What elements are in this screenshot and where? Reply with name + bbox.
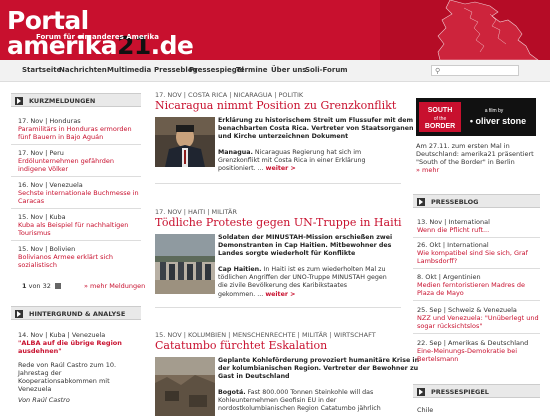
divider <box>11 240 141 241</box>
presseblog-date: 13. Nov | International <box>417 218 490 226</box>
article-meta: 17. NOV | HAITI | MILITÄR <box>155 208 237 216</box>
presseblog-link[interactable]: Lambsdorff? <box>417 257 457 265</box>
ad-intro-text: Am 27.11. zum ersten Mal in Deutschland:… <box>416 142 534 174</box>
kurzmeldung-link[interactable]: indigene Völker <box>18 165 68 173</box>
ad-of-the-text: of the <box>434 116 447 122</box>
divider <box>155 183 401 184</box>
kurzmeldung-link[interactable]: fünf Bauern in Bajo Aguán <box>18 133 103 141</box>
kurzmeldungen-title: KURZMELDUNGEN <box>29 97 96 105</box>
pager: 1 von 32 <box>22 282 61 290</box>
hintergrund-text: Rede von Raúl Castro zum 10. <box>18 361 117 369</box>
ad-film-by-text: a film by <box>485 108 504 114</box>
presseblog-link[interactable]: NZZ und Venezuela: "Unüberlegt und <box>417 314 539 322</box>
search-input[interactable]: ⚲ <box>431 65 519 76</box>
more-kurzmeldungen-link[interactable]: » mehr Meldungen <box>84 282 145 290</box>
presseblog-link[interactable]: sogar rücksichtslos" <box>417 322 482 330</box>
americas-map-graphic <box>380 0 550 60</box>
divider <box>413 268 540 269</box>
hintergrund-text: Kooperationsabkommen mit <box>18 377 110 385</box>
arrow-right-icon <box>15 97 23 105</box>
hintergrund-header: HINTERGRUND & ANALYSE <box>11 306 141 320</box>
hintergrund-author: Von Raúl Castro <box>18 396 70 404</box>
kurzmeldung-link[interactable]: Paramilitärs in Honduras ermorden <box>18 125 132 133</box>
hintergrund-text: Venezuela <box>18 385 52 393</box>
pager-next-icon[interactable] <box>55 283 61 289</box>
presseblog-link[interactable]: Wie kompatibel sind Sie sich, Graf <box>417 249 528 257</box>
presseblog-link[interactable]: Medien ferntoristieren Madres de <box>417 281 525 289</box>
presseblog-date: 22. Sep | Amerikas & Deutschland <box>417 339 529 347</box>
presseblog-link[interactable]: Wenn die Pflicht ruft... <box>417 226 489 234</box>
kurzmeldung-date: 17. Nov | Honduras <box>18 117 81 125</box>
divider <box>11 176 141 177</box>
presseblog-date: 26. Okt | International <box>417 241 489 249</box>
kurzmeldung-date: 15. Nov | Bolivien <box>18 245 76 253</box>
hintergrund-text: Jahrestag der <box>18 369 62 377</box>
presseblog-date: 25. Sep | Schweiz & Venezuela <box>417 306 517 314</box>
site-tagline: Forum für ein anderes Amerika <box>36 33 159 41</box>
presseblog-date: 8. Okt | Argentinien <box>417 273 481 281</box>
article-image[interactable] <box>155 117 215 167</box>
nav-nachrichten[interactable]: Nachrichten <box>59 66 107 74</box>
kurzmeldungen-header: KURZMELDUNGEN <box>11 93 141 107</box>
nav-ueber-uns[interactable]: Über uns <box>271 66 306 74</box>
pressespiegel-title: PRESSESPIEGEL <box>431 388 489 396</box>
hintergrund-headline[interactable]: ausdehnen" <box>18 347 62 355</box>
kurzmeldung-link[interactable]: Caracas <box>18 197 44 205</box>
pressespiegel-header: PRESSESPIEGEL <box>413 384 540 398</box>
ad-border-text: BORDER <box>425 123 455 130</box>
pager-current: 1 <box>22 282 27 290</box>
kurzmeldung-date: 17. Nov | Peru <box>18 149 64 157</box>
kurzmeldung-link[interactable]: sozialistisch <box>18 261 57 269</box>
kurzmeldung-link[interactable]: Sechste internationale Buchmesse in <box>18 189 139 197</box>
nav-termine[interactable]: Termine <box>236 66 267 74</box>
ad-more-link[interactable]: » mehr <box>416 166 534 174</box>
divider <box>413 237 540 238</box>
kurzmeldung-date: 15. Nov | Kuba <box>18 213 66 221</box>
site-header: Portal amerika21.de Forum für ein andere… <box>0 0 550 60</box>
hintergrund-date: 14. Nov | Kuba | Venezuela <box>18 331 106 339</box>
pressespiegel-item[interactable]: Chile <box>417 406 433 414</box>
weiter-link[interactable]: weiter > <box>265 291 295 298</box>
article-title[interactable]: Catatumbo fürchtet Eskalation <box>155 339 327 352</box>
article-image[interactable] <box>155 234 215 294</box>
article-image[interactable] <box>155 357 215 416</box>
presseblog-title: PRESSEBLOG <box>431 198 479 206</box>
pager-total: 32 <box>42 282 51 290</box>
hintergrund-headline[interactable]: "ALBA auf die übrige Region <box>18 339 122 347</box>
article-meta: 15. NOV | KOLUMBIEN | MENSCHENRECHTE | M… <box>155 331 376 339</box>
divider <box>11 208 141 209</box>
hintergrund-title: HINTERGRUND & ANALYSE <box>29 310 126 318</box>
nav-multimedia[interactable]: Multimedia <box>107 66 151 74</box>
kurzmeldung-date: 16. Nov | Venezuela <box>18 181 83 189</box>
presseblog-link[interactable]: Bertelsmann <box>417 355 458 363</box>
weiter-link[interactable]: weiter > <box>266 165 296 172</box>
logo-area: Portal amerika21.de Forum für ein andere… <box>0 0 278 60</box>
divider <box>155 307 401 308</box>
presseblog-link[interactable]: Plaza de Mayo <box>417 289 464 297</box>
ad-director-text: • oliver stone <box>470 116 526 126</box>
search-icon: ⚲ <box>435 67 441 75</box>
article-title[interactable]: Nicaragua nimmt Position zu Grenzkonflik… <box>155 99 396 112</box>
article-title[interactable]: Tödliche Proteste gegen UN-Truppe in Hai… <box>155 216 402 229</box>
pager-label: von <box>28 282 41 290</box>
arrow-right-icon <box>417 388 425 396</box>
kurzmeldung-link[interactable]: Bolivianos Armee erklärt sich <box>18 253 113 261</box>
divider <box>11 144 141 145</box>
article-meta: 17. NOV | COSTA RICA | NICARAGUA | POLIT… <box>155 91 304 99</box>
kurzmeldung-link[interactable]: Kuba als Beispiel für nachhaltigen <box>18 221 128 229</box>
nav-startseite[interactable]: Startseite <box>22 66 61 74</box>
presseblog-link[interactable]: Eine-Meinungs-Demokratie bei <box>417 347 517 355</box>
divider <box>413 300 540 301</box>
nav-soli-forum[interactable]: Soli-Forum <box>305 66 348 74</box>
arrow-right-icon <box>417 198 425 206</box>
south-of-the-border-ad[interactable]: SOUTH of the BORDER a film by • oliver s… <box>416 98 536 136</box>
kurzmeldung-link[interactable]: Tourismus <box>18 229 51 237</box>
presseblog-header: PRESSEBLOG <box>413 194 540 208</box>
divider <box>413 333 540 334</box>
kurzmeldung-link[interactable]: Erdölunternehmen gefährden <box>18 157 114 165</box>
ad-south-text: SOUTH <box>428 107 453 114</box>
arrow-right-icon <box>15 310 23 318</box>
